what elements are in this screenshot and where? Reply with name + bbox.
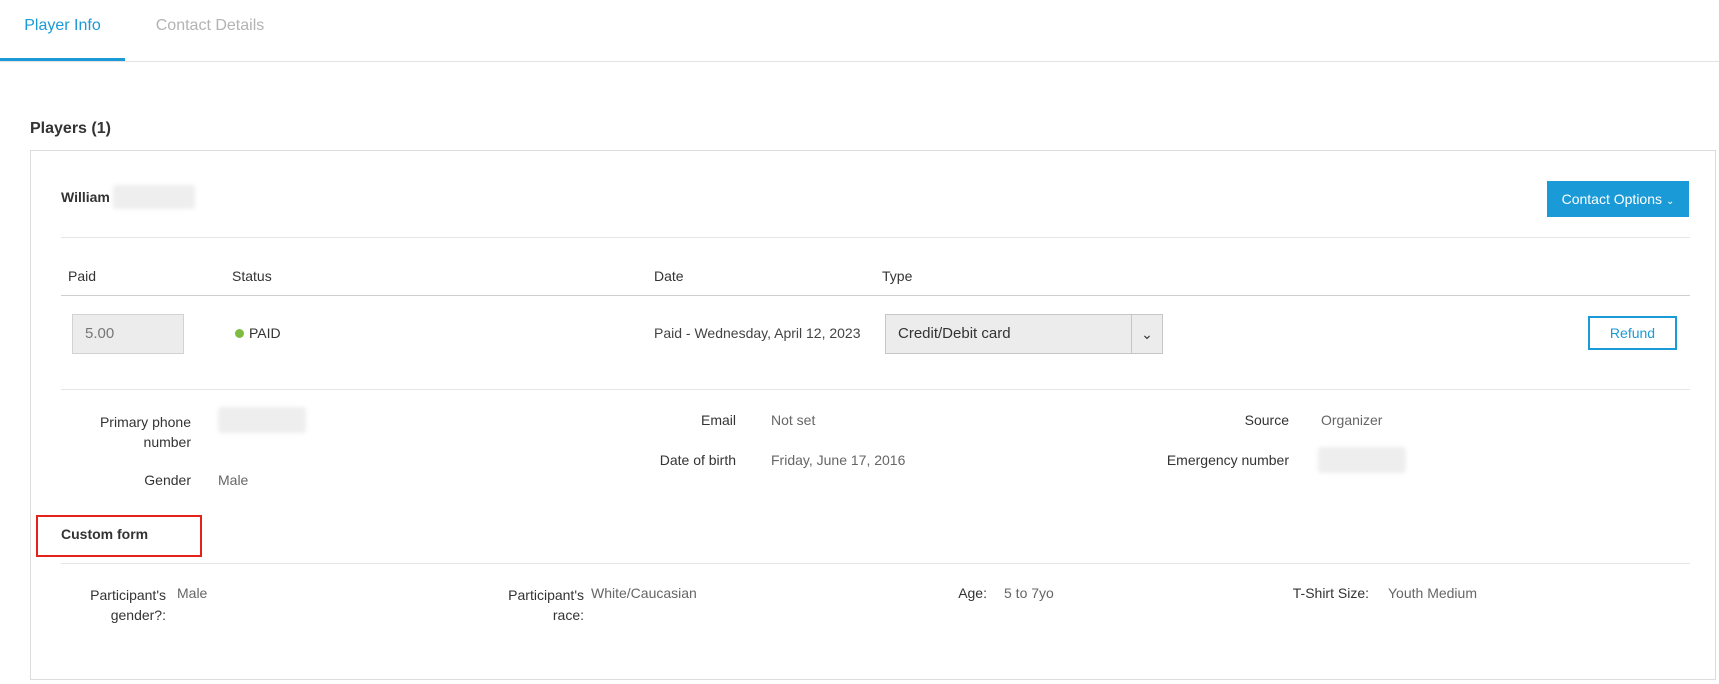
payment-date: Paid - Wednesday, April 12, 2023 [654,325,861,341]
payment-type-value: Credit/Debit card [898,325,1011,342]
column-header-paid: Paid [68,268,97,284]
custom-field-label: T-Shirt Size: [1292,585,1369,601]
payment-type-select[interactable]: Credit/Debit card ⌄ [885,314,1163,354]
tab-bar: Player Info Contact Details [0,0,1719,62]
player-card: William Contact Options ⌄ Paid Status Dat… [30,150,1716,680]
custom-field-label: Age: [958,585,987,601]
column-header-status: Status [232,268,272,284]
tab-player-info[interactable]: Player Info [0,0,125,61]
divider [61,563,1690,564]
status-badge: PAID [235,325,281,341]
custom-field-label: Participant's race: [508,587,584,623]
player-first-name: William [61,189,110,205]
divider [61,237,1690,238]
source-value: Organizer [1321,412,1383,428]
emergency-number-label: Emergency number [1166,452,1289,468]
paid-amount-field[interactable]: 5.00 [72,314,184,354]
email-value: Not set [771,412,816,428]
players-section-title: Players (1) [30,120,111,137]
status-text: PAID [249,325,281,341]
gender-value: Male [218,472,249,488]
emergency-number-redacted [1318,447,1406,473]
primary-phone-redacted [218,407,306,433]
date-of-birth-label: Date of birth [659,452,736,468]
chevron-down-icon: ⌄ [1666,196,1675,207]
divider [61,389,1690,390]
contact-options-button[interactable]: Contact Options ⌄ [1547,181,1689,217]
column-header-date: Date [654,268,684,284]
custom-field-label: Participant's gender?: [90,587,166,623]
primary-phone-label: Primary phone number [99,414,191,450]
contact-options-label: Contact Options [1561,191,1662,207]
status-dot-icon [235,328,244,338]
source-label: Source [1244,412,1289,428]
custom-field-value: Male [177,585,208,601]
email-label: Email [700,412,736,428]
chevron-down-icon: ⌄ [1131,315,1162,353]
player-last-name-redacted [113,185,195,209]
date-of-birth-value: Friday, June 17, 2016 [771,452,906,468]
custom-field-value: 5 to 7yo [1004,585,1054,601]
refund-button[interactable]: Refund [1588,316,1677,350]
custom-field-value: White/Caucasian [591,585,697,601]
tab-contact-details[interactable]: Contact Details [135,0,285,61]
table-header-divider [61,295,1690,296]
column-header-type: Type [882,268,913,284]
highlight-box [36,515,202,557]
custom-field-value: Youth Medium [1388,585,1477,601]
gender-label: Gender [144,472,191,488]
